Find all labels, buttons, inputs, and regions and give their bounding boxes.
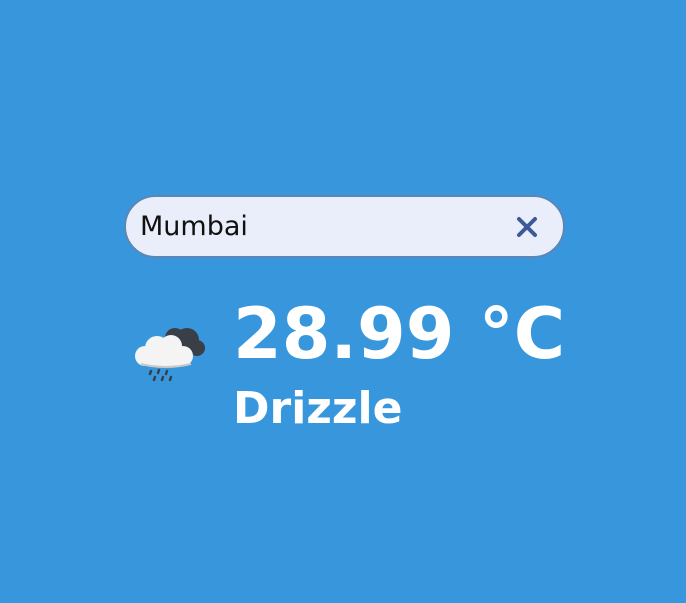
close-icon (517, 216, 537, 237)
temperature-value: 28.99 °C (233, 293, 566, 375)
search-input[interactable] (140, 206, 513, 247)
rain-cloud-icon (135, 328, 205, 382)
weather-condition: Drizzle (233, 383, 403, 434)
clear-search-button[interactable] (513, 213, 541, 241)
search-bar (124, 195, 565, 258)
